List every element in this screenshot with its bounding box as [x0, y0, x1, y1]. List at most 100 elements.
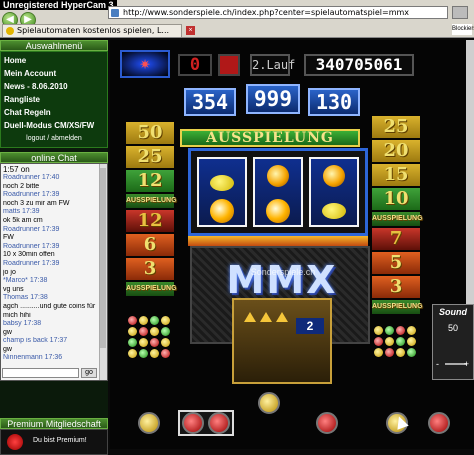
- left-ladder-12b: 12: [126, 210, 174, 232]
- light-dot: [139, 338, 148, 347]
- sound-plus-button[interactable]: +: [464, 359, 469, 369]
- premium-badge-icon: [7, 434, 23, 450]
- light-dot: [139, 327, 148, 336]
- left-ladder-25: 25: [126, 146, 174, 168]
- sound-value: 50: [447, 323, 458, 333]
- light-dot: [150, 349, 159, 358]
- menu-item-duell[interactable]: Duell-Modus CM/XS/FW: [4, 119, 104, 132]
- sidebar: Auswahlmenü Home Mein Account News - 8.0…: [0, 40, 108, 455]
- chat-scroll-thumb[interactable]: [100, 168, 106, 348]
- lemon-icon: [322, 203, 346, 219]
- menu-item-rangliste[interactable]: Rangliste: [4, 93, 104, 106]
- chat-author[interactable]: Roadrunner 17:39: [3, 260, 97, 269]
- chat-message: ok 5k am cm: [3, 216, 43, 224]
- light-dot: [150, 316, 159, 325]
- address-bar[interactable]: http://www.sonderspiele.ch/index.php?cen…: [108, 6, 448, 19]
- chat-author[interactable]: Roadrunner 17:39: [3, 226, 97, 235]
- arrow-up-icon: [244, 312, 256, 322]
- arrow-up-icon: [276, 312, 288, 322]
- premium-panel: Premium Mitgliedschaft Du bist Premium!: [0, 418, 108, 455]
- red-indicator: [218, 54, 240, 76]
- chat-scrollbar[interactable]: [99, 164, 107, 380]
- menu-item-logout[interactable]: logout / abmelden: [4, 132, 104, 145]
- tab-label: Spielautomaten kostenlos spielen, L...: [17, 26, 170, 35]
- red-button-3[interactable]: [316, 412, 338, 434]
- light-dot: [161, 349, 170, 358]
- tab-close-icon[interactable]: ×: [186, 26, 195, 35]
- lower-panel: 2: [232, 298, 332, 384]
- chat-message: gw: [3, 345, 12, 353]
- left-ladder-6: 6: [126, 234, 174, 256]
- mmx-logo: MMX: [226, 258, 338, 302]
- chat-author[interactable]: matts 17:39: [3, 208, 97, 217]
- menu-item-home[interactable]: Home: [4, 54, 104, 67]
- arrow-up-icon: [260, 312, 272, 322]
- chat-input-row: go: [2, 368, 97, 378]
- chat-author[interactable]: Thomas 17:38: [3, 294, 97, 303]
- go-icon[interactable]: [452, 6, 468, 19]
- top-number-left: 354: [184, 88, 236, 116]
- light-dot: [150, 338, 159, 347]
- top-number-right: 130: [308, 88, 360, 116]
- chat-message: agch ..........und gute coins für: [3, 302, 96, 310]
- hold-button-left[interactable]: [138, 412, 160, 434]
- premium-body: Du bist Premium!: [0, 429, 108, 455]
- right-ladder-5: 5: [372, 252, 420, 274]
- right-ladder-ausspielung-2: AUSSPIELUNG: [372, 300, 423, 314]
- light-dot: [128, 316, 137, 325]
- reel-2: [253, 157, 303, 227]
- menu-item-account[interactable]: Mein Account: [4, 67, 104, 80]
- right-ladder: 25 20 15 10 AUSSPIELUNG 7 5 3 AUSSPIELUN…: [372, 116, 423, 316]
- chat-author[interactable]: Roadrunner 17:40: [3, 174, 97, 183]
- right-ladder-3: 3: [372, 276, 420, 298]
- browser-tab[interactable]: Spielautomaten kostenlos spielen, L...: [2, 24, 182, 37]
- browser-chrome: Unregistered HyperCam 3 ◀ ▶ http://www.s…: [0, 0, 474, 38]
- hold-button-center[interactable]: [258, 392, 280, 414]
- light-dot: [128, 338, 137, 347]
- chat-message: mich hihi: [3, 311, 31, 319]
- light-dot: [139, 349, 148, 358]
- light-dot: [385, 348, 394, 357]
- chat-message: FW: [3, 234, 14, 242]
- reel-3: [309, 157, 359, 227]
- light-dot: [385, 337, 394, 346]
- chat-author[interactable]: Roadrunner 17:39: [3, 243, 97, 252]
- light-dot: [407, 326, 416, 335]
- chat-go-button[interactable]: go: [81, 368, 97, 378]
- light-dot: [161, 327, 170, 336]
- chat-author[interactable]: champ is back 17:37: [3, 337, 97, 346]
- left-ladder-ausspielung-2: AUSSPIELUNG: [126, 282, 177, 296]
- watermark: Sonderspiele.ch: [250, 267, 316, 277]
- page-scrollbar[interactable]: [466, 40, 474, 308]
- popup-blocker-label[interactable]: Blockierse: [452, 24, 474, 35]
- chat-author[interactable]: *Marco* 17:38: [3, 277, 97, 286]
- chat-input[interactable]: [2, 368, 79, 378]
- red-button-right[interactable]: [208, 412, 230, 434]
- right-ladder-25: 25: [372, 116, 420, 138]
- address-text: http://www.sonderspiele.ch/index.php?cen…: [123, 8, 410, 17]
- light-dot: [407, 348, 416, 357]
- left-ladder-12: 12: [126, 170, 174, 192]
- tab-favicon-icon: [6, 27, 14, 35]
- lower-value: 2: [296, 318, 324, 334]
- menu-item-news[interactable]: News - 8.06.2010: [4, 80, 104, 93]
- red-button-4[interactable]: [428, 412, 450, 434]
- right-light-grid: [374, 326, 416, 357]
- left-light-grid: [128, 316, 170, 358]
- chat-time: 1:57 on: [3, 165, 30, 174]
- premium-text: Du bist Premium!: [33, 437, 87, 444]
- main-menu: Home Mein Account News - 8.06.2010 Rangl…: [0, 51, 108, 148]
- red-button-left[interactable]: [182, 412, 204, 434]
- menu-item-chat-regeln[interactable]: Chat Regeln: [4, 106, 104, 119]
- chat-author[interactable]: Ninnenmann 17:36: [3, 354, 97, 363]
- chat-author[interactable]: babsy 17:38: [3, 320, 97, 329]
- light-dot: [396, 326, 405, 335]
- chat-message: noch 2 bitte: [3, 182, 40, 190]
- left-ladder-3: 3: [126, 258, 174, 280]
- chat-author[interactable]: Roadrunner 17:39: [3, 191, 97, 200]
- light-dot: [161, 338, 170, 347]
- sun-icon: [266, 199, 290, 223]
- sound-minus-button[interactable]: -: [436, 359, 439, 369]
- lemon-icon: [210, 175, 234, 191]
- sound-control: Sound 50 - +: [432, 304, 474, 380]
